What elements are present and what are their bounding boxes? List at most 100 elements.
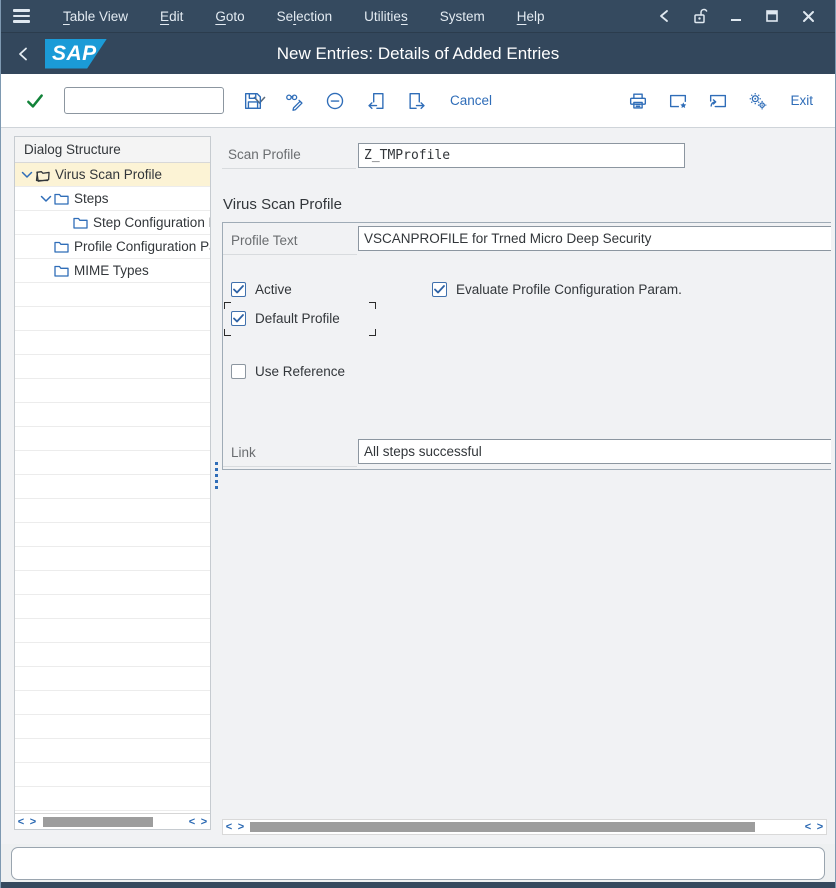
tree-node-profile-configuration-pa[interactable]: Profile Configuration Pa xyxy=(15,235,210,259)
tree-rows: Virus Scan Profile Steps Step Configuratio… xyxy=(15,163,210,813)
toolbar: Cancel xyxy=(1,74,835,128)
scroll-right-icon[interactable]: > xyxy=(814,819,826,835)
exit-button[interactable]: Exit xyxy=(786,91,817,110)
tree-empty-row xyxy=(15,763,210,787)
content-area: Dialog Structure Virus Scan Profile Steps… xyxy=(1,128,835,844)
page-back-icon[interactable] xyxy=(364,89,388,113)
menu-item-system[interactable]: System xyxy=(426,4,499,29)
menu-item-edit[interactable]: Edit xyxy=(146,4,197,29)
menu-item-help[interactable]: Help xyxy=(503,4,559,29)
display-change-icon[interactable] xyxy=(282,89,306,113)
tree-empty-row xyxy=(15,739,210,763)
checkbox-box[interactable] xyxy=(432,282,447,297)
scan-profile-label: Scan Profile xyxy=(228,147,301,162)
sap-logo: SAP xyxy=(45,39,107,69)
folder-icon xyxy=(72,215,89,231)
scroll-left-icon[interactable]: < xyxy=(802,819,814,835)
tree-empty-row xyxy=(15,427,210,451)
hamburger-icon[interactable] xyxy=(1,9,41,22)
checkbox-label: Evaluate Profile Configuration Param. xyxy=(456,282,682,297)
scrollbar-thumb[interactable] xyxy=(250,822,755,832)
menu-item-selection[interactable]: Selection xyxy=(263,4,347,29)
virus-scan-profile-group: Profile Text VSCANPROFILE for Trned Micr… xyxy=(222,222,831,470)
tree-empty-row xyxy=(15,331,210,355)
tree-empty-row xyxy=(15,571,210,595)
tree-collapse-chevron-icon[interactable] xyxy=(19,167,34,183)
maximize-icon[interactable] xyxy=(759,4,785,28)
tree-node-mime-types[interactable]: MIME Types xyxy=(15,259,210,283)
profile-text-input[interactable]: VSCANPROFILE for Trned Micro Deep Securi… xyxy=(358,226,831,251)
folder-icon xyxy=(53,263,70,279)
checkbox-default-profile[interactable]: Default Profile xyxy=(231,311,340,326)
menu-items: Table ViewEditGotoSelectionUtilitiesSyst… xyxy=(49,4,558,29)
tree-empty-row xyxy=(15,403,210,427)
save-icon[interactable] xyxy=(241,89,265,113)
checkbox-evaluate-profile-configuration-param[interactable]: Evaluate Profile Configuration Param. xyxy=(432,282,682,297)
scroll-left-icon[interactable]: < xyxy=(15,814,27,830)
tree-node-label: Virus Scan Profile xyxy=(55,167,162,182)
scroll-left-icon[interactable]: < xyxy=(186,814,198,830)
tree-horizontal-scrollbar[interactable]: < > < > xyxy=(15,813,210,829)
command-input[interactable] xyxy=(65,88,253,113)
tree-empty-row xyxy=(15,523,210,547)
dialog-structure-header: Dialog Structure xyxy=(15,137,210,163)
collapse-chevron-icon[interactable] xyxy=(651,4,677,28)
menu-item-goto[interactable]: Goto xyxy=(201,4,258,29)
panel-splitter[interactable] xyxy=(213,462,219,496)
cancel-button[interactable]: Cancel xyxy=(446,91,496,110)
checkbox-active[interactable]: Active xyxy=(231,282,292,297)
settings-gears-icon[interactable] xyxy=(746,89,770,113)
tree-node-spacer xyxy=(38,263,53,279)
profile-text-label: Profile Text xyxy=(231,233,298,248)
tree-empty-row xyxy=(15,379,210,403)
scroll-right-icon[interactable]: > xyxy=(27,814,39,830)
tree-collapse-chevron-icon[interactable] xyxy=(38,191,53,207)
tree-node-label: MIME Types xyxy=(74,263,149,278)
new-session-icon[interactable] xyxy=(706,89,730,113)
checkbox-box[interactable] xyxy=(231,364,246,379)
command-field[interactable] xyxy=(64,87,224,114)
tree-node-spacer xyxy=(38,239,53,255)
tree-empty-row xyxy=(15,283,210,307)
section-title: Virus Scan Profile xyxy=(223,196,342,213)
tree-empty-row xyxy=(15,499,210,523)
main-horizontal-scrollbar[interactable]: < > < > xyxy=(222,819,827,835)
menu-item-utilities[interactable]: Utilities xyxy=(350,4,422,29)
find-window-icon[interactable] xyxy=(666,89,690,113)
checkbox-box[interactable] xyxy=(231,282,246,297)
menu-item-table-view[interactable]: Table View xyxy=(49,4,142,29)
close-icon[interactable] xyxy=(795,4,821,28)
tree-empty-row xyxy=(15,787,210,811)
link-label: Link xyxy=(231,445,256,460)
unlock-icon[interactable] xyxy=(687,4,713,28)
back-chevron-icon[interactable] xyxy=(1,33,45,74)
print-icon[interactable] xyxy=(626,89,650,113)
checkbox-box[interactable] xyxy=(231,311,246,326)
link-input[interactable]: All steps successful xyxy=(358,439,831,464)
tree-node-label: Step Configuration P xyxy=(93,215,210,230)
tree-node-steps[interactable]: Steps xyxy=(15,187,210,211)
scroll-right-icon[interactable]: > xyxy=(235,819,247,835)
dialog-structure-panel: Dialog Structure Virus Scan Profile Steps… xyxy=(14,136,211,830)
tree-empty-row xyxy=(15,619,210,643)
scrollbar-thumb[interactable] xyxy=(43,817,153,827)
tree-node-step-configuration-p[interactable]: Step Configuration P xyxy=(15,211,210,235)
tree-empty-row xyxy=(15,595,210,619)
enter-check-icon[interactable] xyxy=(23,89,47,113)
page-forward-icon[interactable] xyxy=(405,89,429,113)
scroll-right-icon[interactable]: > xyxy=(198,814,210,830)
tree-empty-row xyxy=(15,691,210,715)
scroll-left-icon[interactable]: < xyxy=(223,819,235,835)
checkbox-label: Default Profile xyxy=(255,311,340,326)
tree-node-virus-scan-profile[interactable]: Virus Scan Profile xyxy=(15,163,210,187)
window-bottom-edge xyxy=(1,882,835,888)
status-bar xyxy=(1,844,835,882)
minus-circle-icon[interactable] xyxy=(323,89,347,113)
scan-profile-input[interactable]: Z_TMProfile xyxy=(358,143,685,168)
tree-node-spacer xyxy=(57,215,72,231)
checkbox-label: Active xyxy=(255,282,292,297)
minimize-icon[interactable] xyxy=(723,4,749,28)
status-message-box xyxy=(11,847,825,880)
tree-empty-row xyxy=(15,451,210,475)
checkbox-use-reference[interactable]: Use Reference xyxy=(231,364,345,379)
